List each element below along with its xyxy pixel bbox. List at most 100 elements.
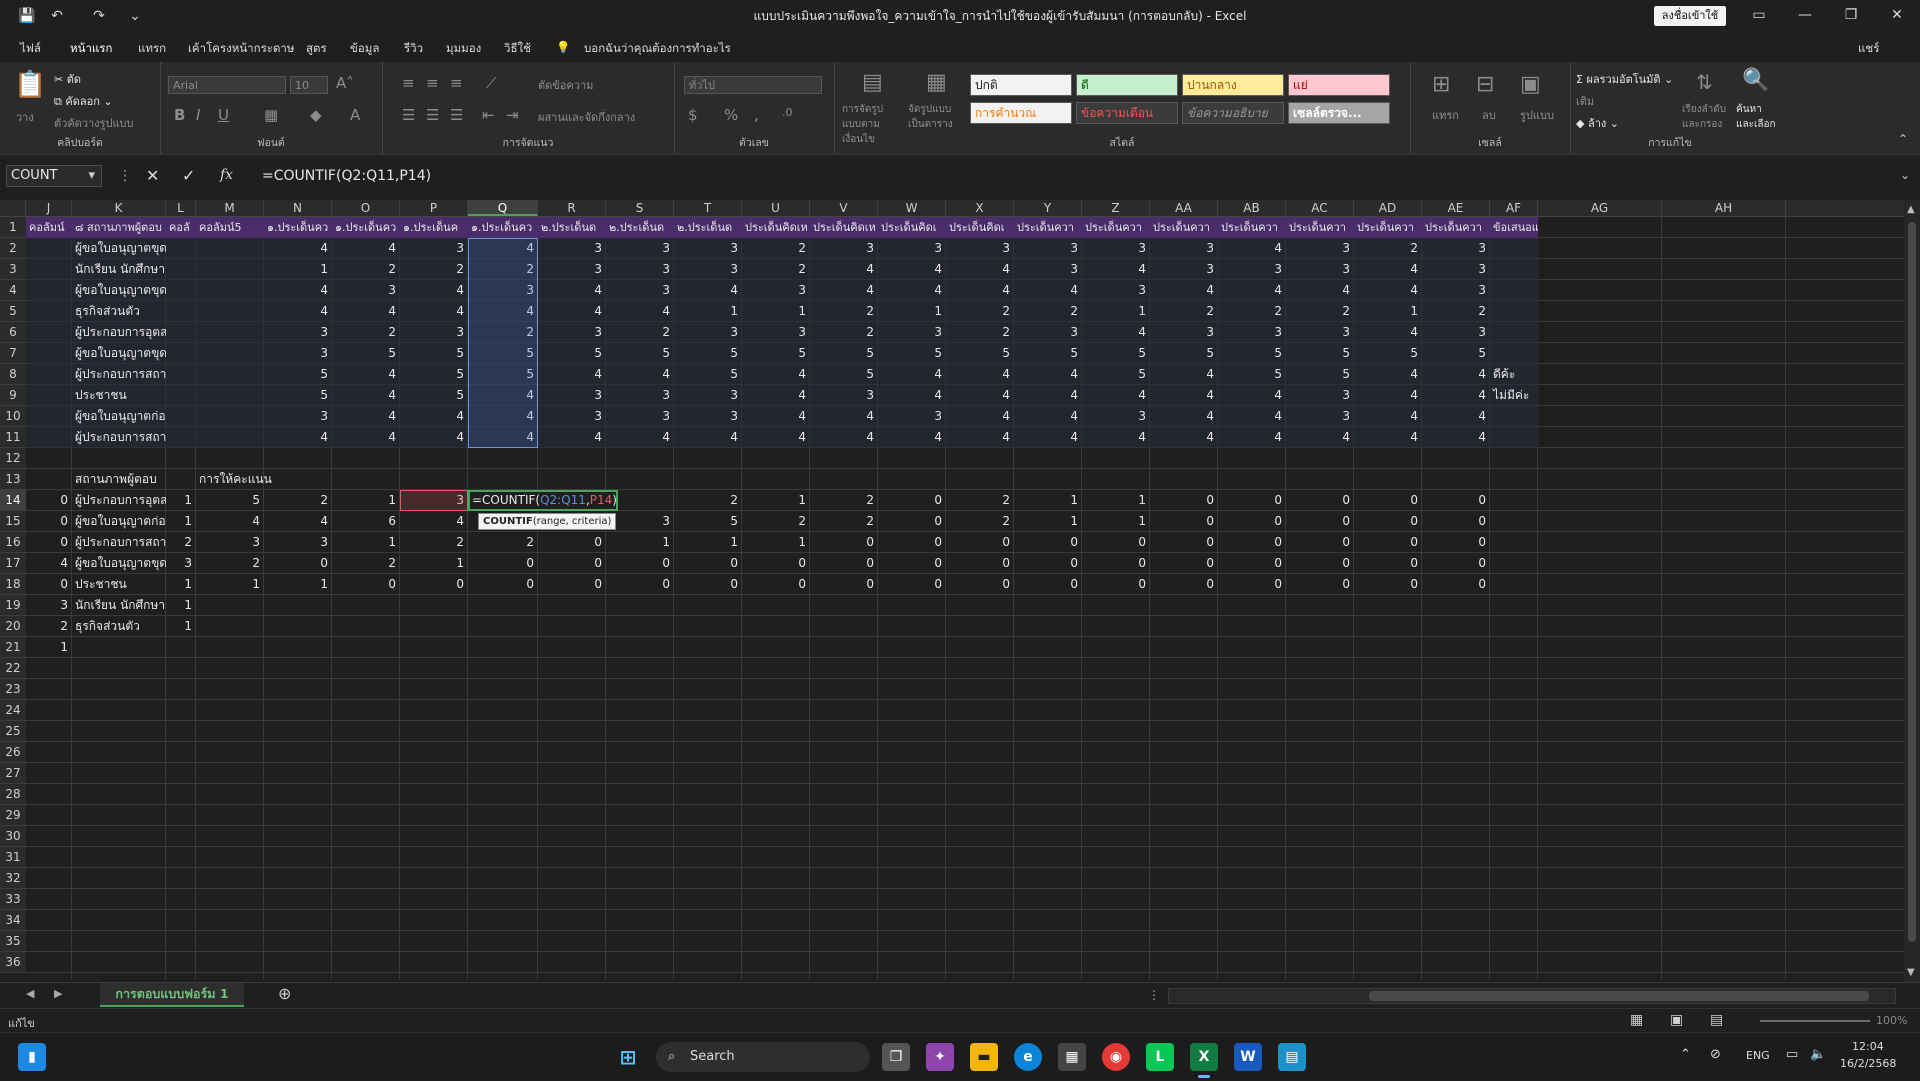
find-select-button[interactable]: ค้นหาและเลือก — [1736, 102, 1776, 132]
paste-icon[interactable]: 📋 — [14, 70, 46, 100]
column-header[interactable]: P — [400, 200, 468, 216]
table-row-value[interactable]: 3 — [606, 259, 674, 280]
column-header[interactable]: AF — [1490, 200, 1538, 216]
summary-value[interactable]: 2 — [946, 511, 1014, 532]
network-off-icon[interactable]: ⊘ — [1710, 1047, 1721, 1062]
table-row-value[interactable]: 4 — [1014, 364, 1082, 385]
sheet-tab-responses[interactable]: การตอบแบบฟอร์ม 1 — [100, 983, 244, 1007]
table-row-value[interactable]: 4 — [1150, 385, 1218, 406]
table-row-value[interactable]: 3 — [674, 385, 742, 406]
copilot-icon[interactable]: ✦ — [926, 1043, 954, 1071]
row-header[interactable]: 25 — [0, 721, 26, 742]
table-row-value[interactable]: 5 — [946, 343, 1014, 364]
format-table-icon[interactable]: ▦ — [926, 70, 947, 95]
table-row-value[interactable]: 3 — [1082, 406, 1150, 427]
table-row-value[interactable]: 4 — [538, 280, 606, 301]
table-row-value[interactable]: 2 — [332, 259, 400, 280]
table-row-value[interactable]: 4 — [1150, 280, 1218, 301]
table-row-value[interactable]: 3 — [1286, 385, 1354, 406]
style-neutral[interactable]: ปานกลาง — [1182, 74, 1284, 96]
summary-value[interactable]: 0 — [1218, 511, 1286, 532]
column-header[interactable]: J — [26, 200, 72, 216]
table-row-value[interactable]: 3 — [264, 343, 332, 364]
display-icon[interactable]: ▭ — [1786, 1047, 1798, 1062]
row-header[interactable]: 9 — [0, 385, 26, 406]
table-row-value[interactable]: 4 — [1286, 280, 1354, 301]
table-row-value[interactable]: 4 — [878, 259, 946, 280]
summary-value[interactable]: 3 — [264, 532, 332, 553]
row-header[interactable]: 8 — [0, 364, 26, 385]
summary-value[interactable]: 0 — [674, 553, 742, 574]
notepad-icon[interactable]: ▤ — [1278, 1043, 1306, 1071]
align-middle-icon[interactable]: ≡ — [426, 74, 439, 92]
summary-value[interactable]: 2 — [400, 532, 468, 553]
table-row-value[interactable]: 4 — [878, 280, 946, 301]
summary-value[interactable]: 4 — [264, 511, 332, 532]
summary-value[interactable]: 0 — [606, 553, 674, 574]
row-header[interactable]: 6 — [0, 322, 26, 343]
row-header[interactable]: 36 — [0, 952, 26, 973]
table-row-value[interactable]: 5 — [1014, 343, 1082, 364]
summary-status[interactable]: ธุรกิจส่วนตัว — [72, 616, 166, 637]
column-header[interactable]: L — [166, 200, 196, 216]
format-table-button[interactable]: จัดรูปแบบเป็นตาราง — [908, 102, 964, 132]
table-row-value[interactable]: 4 — [742, 406, 810, 427]
editing-cell-q14[interactable]: =COUNTIF(Q2:Q11,P14) — [468, 490, 618, 511]
comma-icon[interactable]: , — [754, 106, 759, 124]
table-header-cell[interactable]: คอลั — [166, 217, 196, 238]
summary-value[interactable]: 0 — [332, 574, 400, 595]
table-row-value[interactable]: 4 — [1082, 427, 1150, 448]
table-row-value[interactable]: 3 — [538, 406, 606, 427]
column-header[interactable]: K — [72, 200, 166, 216]
fill-color-icon[interactable]: ◆ — [310, 106, 322, 124]
table-row-value[interactable]: 5 — [332, 343, 400, 364]
table-row-value[interactable]: 1 — [1082, 301, 1150, 322]
sort-filter-icon[interactable]: ⇅ — [1696, 70, 1713, 94]
table-header-cell[interactable]: ๒.ประเด็นด — [538, 217, 606, 238]
table-row-value[interactable]: 4 — [810, 280, 878, 301]
summary-status[interactable]: ประชาชน — [72, 574, 166, 595]
table-row-value[interactable]: 4 — [1354, 364, 1422, 385]
summary-value[interactable]: 0 — [878, 511, 946, 532]
table-row-value[interactable]: 5 — [1218, 343, 1286, 364]
column-header[interactable]: R — [538, 200, 606, 216]
summary-value[interactable]: 1 — [166, 616, 196, 637]
column-header[interactable]: AD — [1354, 200, 1422, 216]
row-header[interactable]: 26 — [0, 742, 26, 763]
table-header-cell[interactable]: ๒.ประเด็นด — [674, 217, 742, 238]
table-header-cell[interactable]: ประเด็นควา — [1014, 217, 1082, 238]
restore-button[interactable]: ❐ — [1828, 0, 1874, 30]
summary-value[interactable]: 3 — [196, 532, 264, 553]
table-row-value[interactable]: 5 — [1150, 343, 1218, 364]
summary-value[interactable]: 3 — [166, 553, 196, 574]
clock-date[interactable]: 16/2/2568 — [1840, 1057, 1896, 1070]
column-header[interactable]: AA — [1150, 200, 1218, 216]
summary-value[interactable]: 0 — [1422, 490, 1490, 511]
summary-count[interactable]: 3 — [26, 595, 72, 616]
table-row-value[interactable]: 2 — [332, 322, 400, 343]
language-indicator[interactable]: ENG — [1746, 1049, 1770, 1062]
summary-value[interactable]: 0 — [1422, 532, 1490, 553]
column-header[interactable]: M — [196, 200, 264, 216]
summary-value[interactable]: 0 — [1354, 574, 1422, 595]
summary-value[interactable]: 1 — [742, 532, 810, 553]
copy-button[interactable]: ⧉ คัดลอก ⌄ — [54, 92, 113, 110]
table-row-value[interactable]: 2 — [742, 259, 810, 280]
row-header[interactable]: 28 — [0, 784, 26, 805]
table-row-status[interactable]: ผู้ขอใบอนุญาตขุดดิน/ถมดิน — [72, 280, 166, 301]
cut-button[interactable]: ✂ ตัด — [54, 70, 81, 88]
table-row-value[interactable]: 4 — [606, 427, 674, 448]
column-header[interactable]: AC — [1286, 200, 1354, 216]
sort-filter-button[interactable]: เรียงลำดับและกรอง — [1682, 102, 1728, 132]
summary-value[interactable]: 0 — [606, 574, 674, 595]
row-header[interactable]: 23 — [0, 679, 26, 700]
percent-icon[interactable]: % — [724, 106, 738, 124]
summary-value[interactable]: 0 — [538, 532, 606, 553]
tab-file[interactable]: ไฟล์ — [20, 40, 41, 58]
table-row-value[interactable]: 3 — [1422, 259, 1490, 280]
table-header-cell[interactable]: ๒.ประเด็นด — [606, 217, 674, 238]
delete-cells-button[interactable]: ลบ — [1482, 106, 1496, 124]
table-row-value[interactable]: 2 — [946, 322, 1014, 343]
table-row-value[interactable]: 5 — [674, 343, 742, 364]
column-header[interactable]: S — [606, 200, 674, 216]
